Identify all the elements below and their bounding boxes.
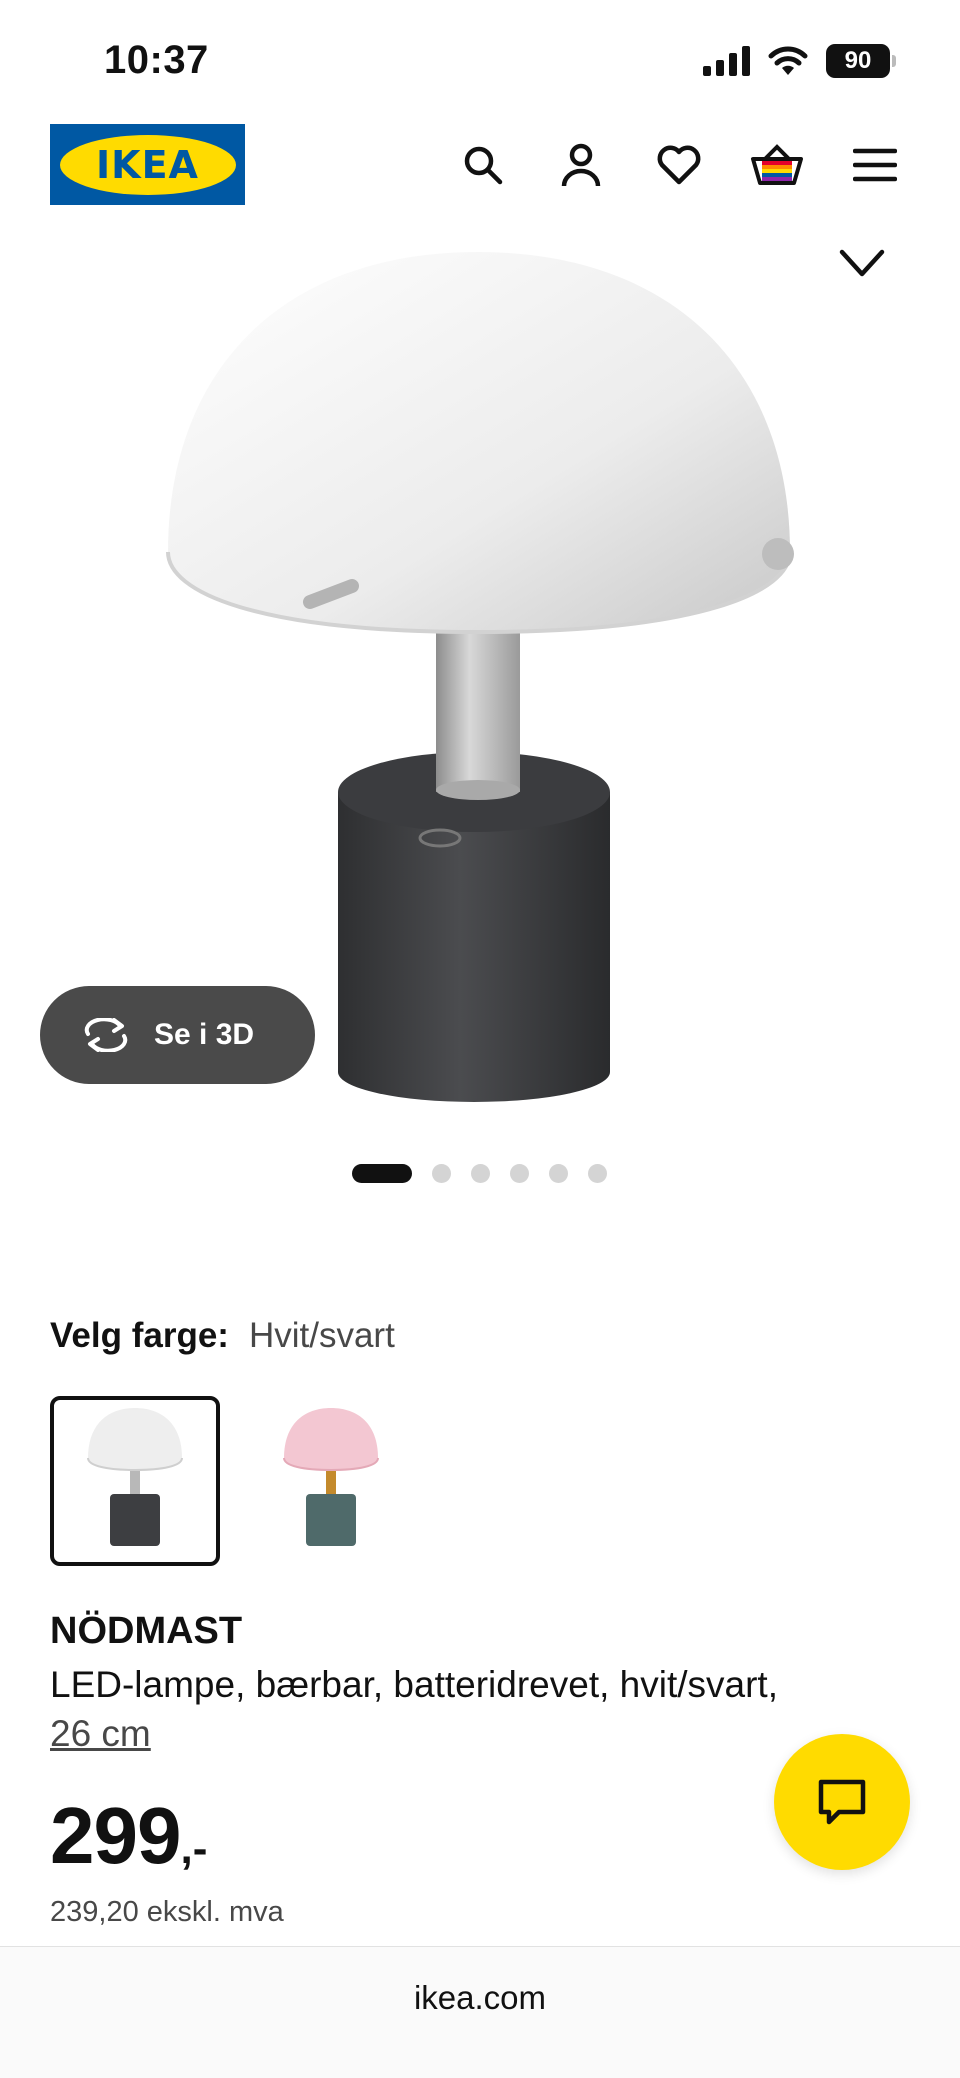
color-value: Hvit/svart bbox=[248, 1316, 395, 1355]
battery-icon: 90 bbox=[826, 44, 896, 78]
view-3d-button[interactable]: Se i 3D bbox=[40, 986, 315, 1084]
image-carousel-indicator bbox=[352, 1164, 607, 1183]
chevron-down-icon[interactable] bbox=[836, 244, 888, 284]
wifi-icon bbox=[768, 46, 808, 75]
status-icons: 90 bbox=[703, 44, 896, 78]
price-ex-vat: 239,20 ekskl. mva bbox=[50, 1896, 284, 1928]
product-name: NÖDMAST bbox=[50, 1610, 243, 1652]
basket-icon[interactable] bbox=[747, 142, 807, 188]
rotate-3d-icon bbox=[84, 1018, 128, 1052]
carousel-dot[interactable] bbox=[432, 1164, 451, 1183]
url-text: ikea.com bbox=[413, 1979, 547, 2016]
chat-button[interactable] bbox=[774, 1734, 910, 1870]
browser-url-bar[interactable]: ikea.com bbox=[0, 1946, 960, 2078]
site-header: IKEA bbox=[0, 120, 960, 250]
signal-icon bbox=[703, 46, 750, 76]
carousel-dot[interactable] bbox=[510, 1164, 529, 1183]
battery-level: 90 bbox=[826, 44, 890, 78]
product-description: LED-lampe, bærbar, batteridrevet, hvit/s… bbox=[50, 1660, 890, 1758]
view-3d-label: Se i 3D bbox=[154, 1018, 255, 1051]
price: 299 ,- bbox=[50, 1790, 207, 1882]
search-icon[interactable] bbox=[453, 142, 513, 188]
logo-text: IKEA bbox=[96, 142, 199, 187]
header-actions bbox=[453, 142, 905, 188]
ikea-logo[interactable]: IKEA bbox=[50, 124, 245, 205]
product-size-link[interactable]: 26 cm bbox=[50, 1713, 151, 1754]
price-amount: 299 bbox=[50, 1791, 181, 1880]
product-description-text: LED-lampe, bærbar, batteridrevet, hvit/s… bbox=[50, 1664, 778, 1705]
swatch-pink-green[interactable] bbox=[246, 1396, 416, 1566]
menu-icon[interactable] bbox=[845, 142, 905, 188]
carousel-dot[interactable] bbox=[471, 1164, 490, 1183]
status-bar: 10:37 90 bbox=[0, 0, 960, 120]
color-selector: Velg farge: Hvit/svart bbox=[50, 1316, 395, 1356]
swatch-white-black[interactable] bbox=[50, 1396, 220, 1566]
account-icon[interactable] bbox=[551, 142, 611, 188]
carousel-dot[interactable] bbox=[549, 1164, 568, 1183]
status-time: 10:37 bbox=[104, 38, 209, 82]
chat-icon bbox=[818, 1779, 866, 1825]
color-label: Velg farge: bbox=[50, 1316, 229, 1355]
carousel-dot[interactable] bbox=[588, 1164, 607, 1183]
price-suffix: ,- bbox=[180, 1824, 208, 1873]
carousel-dot[interactable] bbox=[352, 1164, 412, 1183]
color-swatches bbox=[50, 1396, 416, 1566]
wishlist-heart-icon[interactable] bbox=[649, 142, 709, 188]
